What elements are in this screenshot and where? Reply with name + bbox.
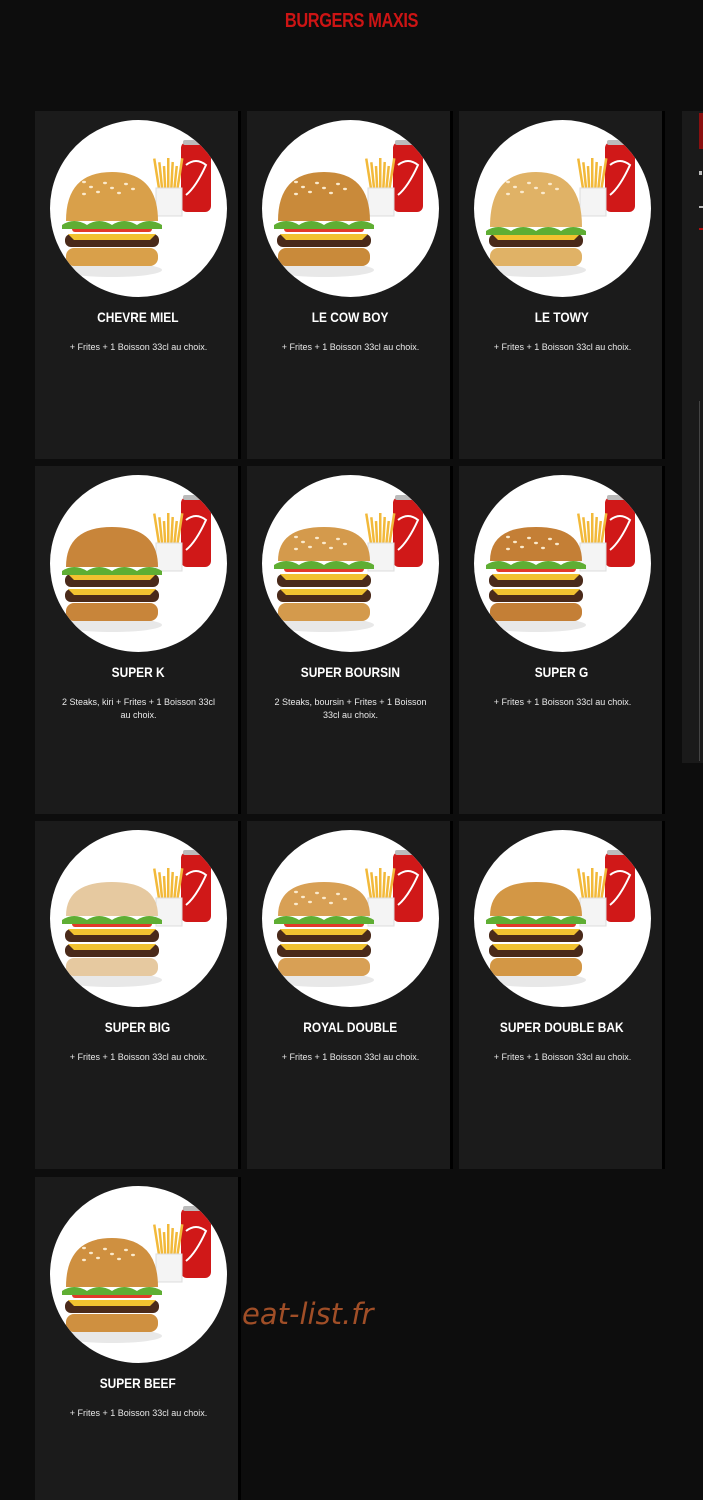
menu-item-name: LE TOWY [534, 309, 590, 325]
side-panel-tab[interactable] [699, 113, 703, 149]
burger-tomato-icon [474, 475, 651, 652]
menu-card[interactable]: CHEVRE MIEL + Frites + 1 Boisson 33cl au… [35, 111, 241, 459]
menu-card[interactable]: SUPER G + Frites + 1 Boisson 33cl au cho… [459, 466, 665, 814]
burger-illustration [62, 495, 211, 632]
burger-big-icon [50, 830, 227, 1007]
menu-card[interactable]: ROYAL DOUBLE + Frites + 1 Boisson 33cl a… [247, 821, 453, 1169]
soda-can-icon [181, 495, 211, 567]
watermark: eat-list.fr [242, 1297, 374, 1331]
burger-royal-icon [262, 830, 439, 1007]
soda-can-icon [181, 140, 211, 212]
soda-can-icon [393, 140, 423, 212]
page-title: BURGERS MAXIS [284, 10, 419, 32]
menu-item-description: + Frites + 1 Boisson 33cl au choix. [493, 342, 632, 352]
fries-icon [365, 868, 396, 927]
menu-item-description: 2 Steaks, boursin + Frites + 1 Boisson 3… [274, 697, 427, 720]
burger-chicken-icon [474, 120, 651, 297]
menu-card[interactable]: SUPER BIG + Frites + 1 Boisson 33cl au c… [35, 821, 241, 1169]
fries-icon [365, 513, 396, 572]
soda-can-icon [393, 850, 423, 922]
menu-item-name: LE COW BOY [311, 309, 389, 325]
burger-icon [486, 172, 586, 277]
menu-item-name: SUPER BOURSIN [300, 664, 400, 680]
burger-cheese-honey-icon [50, 120, 227, 297]
menu-card[interactable]: SUPER DOUBLE BAK + Frites + 1 Boisson 33… [459, 821, 665, 1169]
menu-item-description: + Frites + 1 Boisson 33cl au choix. [69, 1052, 208, 1062]
burger-icon [62, 1238, 162, 1343]
soda-can-icon [605, 495, 635, 567]
burger-illustration [62, 140, 211, 277]
soda-can-icon [181, 850, 211, 922]
burger-bacon-icon [474, 830, 651, 1007]
burger-illustration [62, 1206, 211, 1343]
menu-card[interactable]: LE TOWY + Frites + 1 Boisson 33cl au cho… [459, 111, 665, 459]
burger-icon [62, 527, 162, 632]
burger-illustration [486, 140, 635, 277]
fries-icon [153, 868, 184, 927]
menu-item-name: SUPER BIG [105, 1019, 171, 1035]
burger-icon [486, 527, 586, 632]
soda-can-icon [605, 850, 635, 922]
menu-item-name: SUPER G [535, 664, 589, 680]
fries-icon [577, 158, 608, 217]
menu-card[interactable]: SUPER BOURSIN 2 Steaks, boursin + Frites… [247, 466, 453, 814]
burger-double-icon [50, 475, 227, 652]
soda-can-icon [605, 140, 635, 212]
menu-card[interactable]: LE COW BOY + Frites + 1 Boisson 33cl au … [247, 111, 453, 459]
menu-item-description: + Frites + 1 Boisson 33cl au choix. [69, 342, 208, 352]
soda-can-icon [393, 495, 423, 567]
menu-item-description: + Frites + 1 Boisson 33cl au choix. [281, 342, 420, 352]
burger-icon [274, 882, 374, 987]
menu-item-description: + Frites + 1 Boisson 33cl au choix. [69, 1408, 208, 1418]
menu-item-description: + Frites + 1 Boisson 33cl au choix. [493, 1052, 632, 1062]
menu-card[interactable]: SUPER BEEF + Frites + 1 Boisson 33cl au … [35, 1177, 241, 1500]
menu-item-name: SUPER DOUBLE BAK [500, 1019, 624, 1035]
side-panel-marker [699, 171, 702, 175]
menu-item-description: + Frites + 1 Boisson 33cl au choix. [281, 1052, 420, 1062]
burger-beef-icon [50, 1186, 227, 1363]
fries-icon [153, 1224, 184, 1283]
menu-item-name: CHEVRE MIEL [97, 309, 179, 325]
menu-card[interactable]: SUPER K 2 Steaks, kiri + Frites + 1 Bois… [35, 466, 241, 814]
side-panel [682, 111, 703, 763]
burger-illustration [486, 495, 635, 632]
side-panel-marker [699, 206, 703, 208]
fries-icon [365, 158, 396, 217]
side-panel-marker [699, 228, 703, 230]
side-panel-divider [699, 401, 700, 761]
menu-item-name: SUPER BEEF [99, 1375, 177, 1391]
fries-icon [577, 513, 608, 572]
menu-item-description: 2 Steaks, kiri + Frites + 1 Boisson 33cl… [61, 697, 216, 720]
burger-illustration [274, 140, 423, 277]
fries-icon [577, 868, 608, 927]
burger-illustration [486, 850, 635, 987]
burger-icon [62, 172, 162, 277]
burger-illustration [274, 850, 423, 987]
fries-icon [153, 158, 184, 217]
burger-cowboy-icon [262, 120, 439, 297]
burger-icon [274, 527, 374, 632]
burger-icon [62, 882, 162, 987]
burger-icon [486, 882, 586, 987]
menu-item-description: + Frites + 1 Boisson 33cl au choix. [493, 697, 632, 707]
burger-illustration [62, 850, 211, 987]
menu-item-name: SUPER K [111, 664, 165, 680]
burger-icon [274, 172, 374, 277]
soda-can-icon [181, 1206, 211, 1278]
menu-item-name: ROYAL DOUBLE [303, 1019, 397, 1035]
burger-sesame-icon [262, 475, 439, 652]
burger-illustration [274, 495, 423, 632]
